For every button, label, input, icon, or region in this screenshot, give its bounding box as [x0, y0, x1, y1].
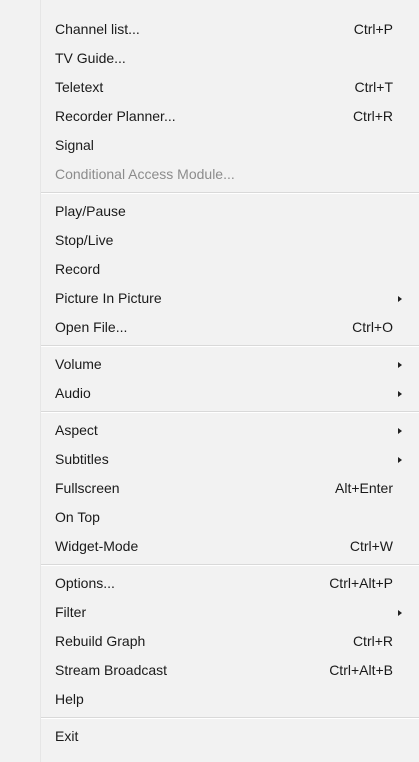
submenu-arrow-icon	[398, 610, 402, 616]
menu-item-label: Stream Broadcast	[55, 662, 168, 678]
icon-gutter	[0, 0, 41, 762]
menu-item-audio[interactable]: Audio	[41, 379, 419, 408]
menu-separator	[41, 564, 419, 566]
menu-separator	[41, 411, 419, 413]
menu-item-label: Options...	[55, 575, 115, 591]
menu-item-label: Volume	[55, 356, 102, 372]
menu-item-teletext[interactable]: Teletext Ctrl+T	[41, 73, 419, 102]
menu-item-label: Channel list...	[55, 21, 140, 37]
menu-top-padding	[41, 0, 419, 15]
menu-items-container: Channel list... Ctrl+P TV Guide... Teletext…	[41, 0, 419, 762]
menu-item-stop-live[interactable]: Stop/Live	[41, 226, 419, 255]
menu-item-channel-list[interactable]: Channel list... Ctrl+P	[41, 15, 419, 44]
menu-item-stream-broadcast[interactable]: Stream Broadcast Ctrl+Alt+B	[41, 656, 419, 685]
menu-item-volume[interactable]: Volume	[41, 350, 419, 379]
menu-separator	[41, 345, 419, 347]
menu-item-aspect[interactable]: Aspect	[41, 416, 419, 445]
menu-item-widget-mode[interactable]: Widget-Mode Ctrl+W	[41, 532, 419, 561]
menu-item-shortcut: Ctrl+R	[352, 108, 393, 124]
submenu-arrow-icon	[398, 362, 402, 368]
context-menu: Channel list... Ctrl+P TV Guide... Teletext…	[0, 0, 419, 762]
menu-item-label: Exit	[55, 728, 79, 744]
menu-item-label: Aspect	[55, 422, 98, 438]
menu-item-tv-guide[interactable]: TV Guide...	[41, 44, 419, 73]
menu-item-label: Teletext	[55, 79, 104, 95]
menu-item-rebuild-graph[interactable]: Rebuild Graph Ctrl+R	[41, 627, 419, 656]
menu-item-shortcut: Alt+Enter	[335, 480, 393, 496]
menu-item-subtitles[interactable]: Subtitles	[41, 445, 419, 474]
menu-separator	[41, 717, 419, 719]
menu-item-label: Play/Pause	[55, 203, 126, 219]
menu-item-signal[interactable]: Signal	[41, 131, 419, 160]
menu-item-shortcut: Ctrl+P	[353, 21, 393, 37]
menu-item-conditional-access-module: Conditional Access Module...	[41, 160, 419, 189]
menu-item-label: Record	[55, 261, 101, 277]
menu-item-fullscreen[interactable]: Fullscreen Alt+Enter	[41, 474, 419, 503]
menu-item-filter[interactable]: Filter	[41, 598, 419, 627]
menu-item-label: On Top	[55, 509, 100, 525]
menu-item-options[interactable]: Options... Ctrl+Alt+P	[41, 569, 419, 598]
menu-item-label: Filter	[55, 604, 87, 620]
menu-item-play-pause[interactable]: Play/Pause	[41, 197, 419, 226]
menu-item-open-file[interactable]: Open File... Ctrl+O	[41, 313, 419, 342]
menu-item-label: Widget-Mode	[55, 538, 139, 554]
menu-item-shortcut: Ctrl+Alt+B	[329, 662, 393, 678]
submenu-arrow-icon	[398, 296, 402, 302]
menu-item-shortcut: Ctrl+Alt+P	[329, 575, 393, 591]
menu-item-label: Help	[55, 691, 84, 707]
menu-item-exit[interactable]: Exit	[41, 722, 419, 751]
submenu-arrow-icon	[398, 391, 402, 397]
menu-item-label: Subtitles	[55, 451, 109, 467]
menu-item-label: TV Guide...	[55, 50, 126, 66]
menu-item-label: Fullscreen	[55, 480, 120, 496]
menu-item-label: Picture In Picture	[55, 290, 162, 306]
menu-item-help[interactable]: Help	[41, 685, 419, 714]
submenu-arrow-icon	[398, 457, 402, 463]
menu-item-picture-in-picture[interactable]: Picture In Picture	[41, 284, 419, 313]
menu-item-label: Signal	[55, 137, 94, 153]
menu-item-shortcut: Ctrl+T	[354, 79, 394, 95]
menu-item-label: Rebuild Graph	[55, 633, 146, 649]
menu-item-label: Stop/Live	[55, 232, 114, 248]
menu-item-label: Recorder Planner...	[55, 108, 176, 124]
menu-item-label: Audio	[55, 385, 91, 401]
menu-item-recorder-planner[interactable]: Recorder Planner... Ctrl+R	[41, 102, 419, 131]
menu-item-shortcut: Ctrl+W	[349, 538, 393, 554]
menu-item-shortcut: Ctrl+O	[352, 319, 393, 335]
menu-item-on-top[interactable]: On Top	[41, 503, 419, 532]
menu-item-shortcut: Ctrl+R	[352, 633, 393, 649]
menu-item-label: Open File...	[55, 319, 128, 335]
menu-item-record[interactable]: Record	[41, 255, 419, 284]
submenu-arrow-icon	[398, 428, 402, 434]
menu-item-label: Conditional Access Module...	[55, 166, 235, 182]
menu-separator	[41, 192, 419, 194]
